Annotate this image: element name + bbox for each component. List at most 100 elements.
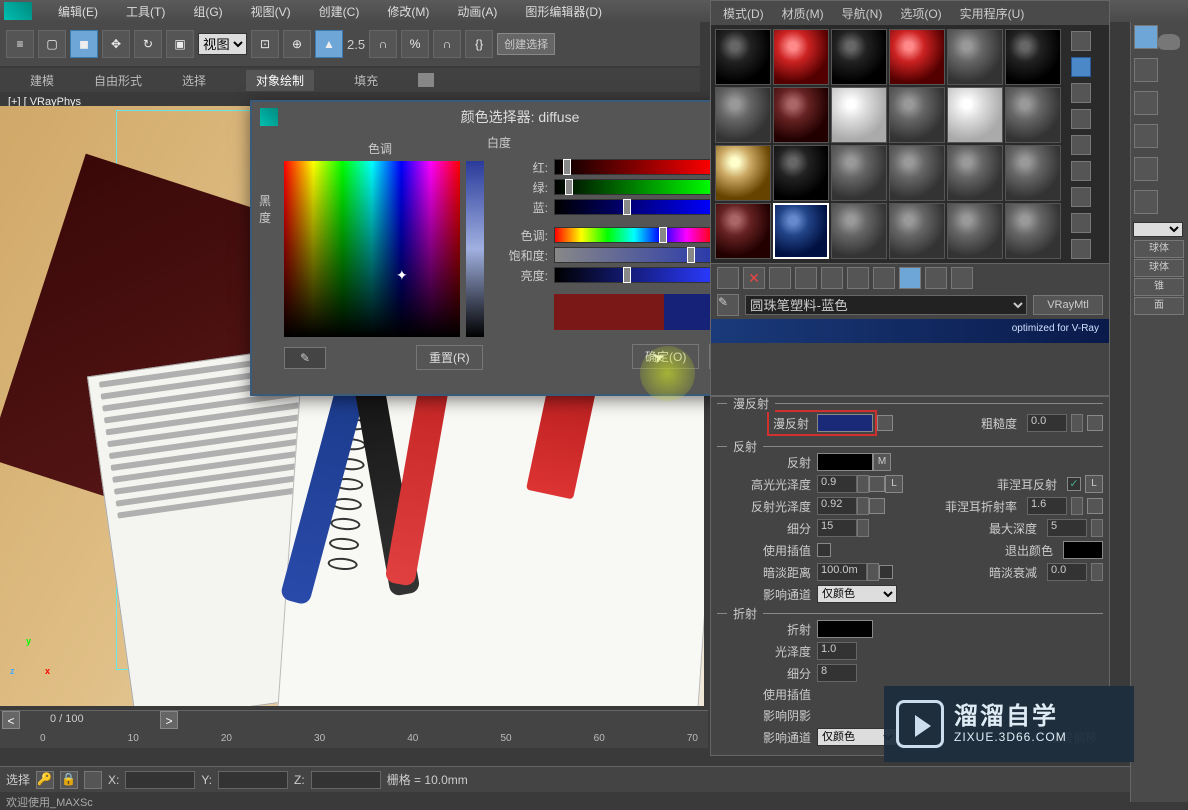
dimdist-checkbox[interactable]: [879, 565, 893, 579]
plane-button[interactable]: 面: [1134, 297, 1184, 315]
show-in-viewport-icon[interactable]: [873, 267, 895, 289]
cone-button[interactable]: 锥: [1134, 278, 1184, 296]
menu-tools[interactable]: 工具(T): [112, 3, 179, 20]
fresnel-checkbox[interactable]: [1067, 477, 1081, 491]
mat-slot[interactable]: [889, 29, 945, 85]
go-to-parent-icon[interactable]: [925, 267, 947, 289]
subdiv-input[interactable]: 15: [817, 519, 857, 537]
exit-color-swatch[interactable]: [1063, 541, 1103, 559]
affect-channels-dropdown[interactable]: 仅颜色: [817, 585, 897, 603]
put-to-library-icon[interactable]: [821, 267, 843, 289]
mat-slot[interactable]: [715, 87, 771, 143]
menu-edit[interactable]: 编辑(E): [44, 3, 112, 20]
menu-graph-editors[interactable]: 图形编辑器(D): [511, 3, 616, 20]
reset-map-icon[interactable]: [795, 267, 817, 289]
old-color-swatch[interactable]: [554, 294, 664, 330]
mat-slot[interactable]: [831, 29, 887, 85]
curve-editor-icon[interactable]: ≡: [6, 30, 34, 58]
time-frame-display[interactable]: 0 / 100: [50, 713, 84, 725]
percent-snap-icon[interactable]: %: [401, 30, 429, 58]
dimdist-spinner[interactable]: [867, 563, 879, 581]
refr-subdiv-input[interactable]: 8: [817, 664, 857, 682]
mat-slot[interactable]: [773, 29, 829, 85]
refl-glossy-input[interactable]: 0.92: [817, 497, 857, 515]
options-icon[interactable]: [1071, 187, 1091, 207]
me-menu-material[interactable]: 材质(M): [782, 5, 824, 22]
object-category-dropdown[interactable]: [1133, 222, 1183, 237]
mat-slot[interactable]: [715, 203, 771, 259]
time-slider[interactable]: < 0 / 100 > 010 2030 4050 6070: [0, 710, 708, 748]
utilities-tab-icon[interactable]: [1134, 190, 1158, 214]
sample-uv-icon[interactable]: [1071, 109, 1091, 129]
mat-slot[interactable]: [831, 87, 887, 143]
dimdist-input[interactable]: 100.0m: [817, 563, 867, 581]
mat-slot[interactable]: [889, 145, 945, 201]
green-slider[interactable]: [554, 179, 714, 195]
use-interp-checkbox[interactable]: [817, 543, 831, 557]
material-map-nav-icon[interactable]: [1071, 239, 1091, 259]
diffuse-color-swatch[interactable]: [817, 414, 873, 432]
val-slider[interactable]: [554, 267, 714, 283]
dimfall-input[interactable]: 0.0: [1047, 563, 1087, 581]
mat-slot[interactable]: [947, 203, 1003, 259]
reference-coord-dropdown[interactable]: 视图: [198, 33, 247, 55]
mat-slot[interactable]: [1005, 87, 1061, 143]
hilight-glossy-input[interactable]: 0.9: [817, 475, 857, 493]
blue-slider[interactable]: [554, 199, 714, 215]
mat-slot[interactable]: [1005, 29, 1061, 85]
mat-slot-selected[interactable]: [773, 203, 829, 259]
dialog-title-bar[interactable]: 颜色选择器: diffuse ✕: [252, 102, 788, 132]
backlight-icon[interactable]: [1071, 57, 1091, 77]
select-by-mat-icon[interactable]: [1071, 213, 1091, 233]
sat-slider[interactable]: [554, 247, 714, 263]
display-tab-icon[interactable]: [1134, 157, 1158, 181]
select-manipulate-icon[interactable]: ⊕: [283, 30, 311, 58]
roughness-spinner[interactable]: [1071, 414, 1083, 432]
get-material-icon[interactable]: [717, 267, 739, 289]
material-id-icon[interactable]: [847, 267, 869, 289]
maxdepth-spinner[interactable]: [1091, 519, 1103, 537]
pivot-icon[interactable]: ⊡: [251, 30, 279, 58]
menu-modifiers[interactable]: 修改(M): [373, 3, 443, 20]
fresnel-ior-map[interactable]: [1087, 498, 1103, 514]
red-slider[interactable]: [554, 159, 714, 175]
me-menu-utilities[interactable]: 实用程序(U): [960, 5, 1025, 22]
mat-slot[interactable]: [889, 87, 945, 143]
pick-material-icon[interactable]: ✎: [717, 294, 739, 316]
x-input[interactable]: [125, 771, 195, 789]
mat-slot[interactable]: [715, 29, 771, 85]
hilight-glossy-map[interactable]: [869, 476, 885, 492]
mat-slot[interactable]: [947, 29, 1003, 85]
tab-populate[interactable]: 填充: [354, 72, 378, 89]
fresnel-ior-input[interactable]: 1.6: [1027, 497, 1067, 515]
snap-toggle-icon[interactable]: ▲: [315, 30, 343, 58]
scale-icon[interactable]: ▣: [166, 30, 194, 58]
menu-animation[interactable]: 动画(A): [443, 3, 511, 20]
menu-create[interactable]: 创建(C): [305, 3, 374, 20]
select-object-icon[interactable]: ▢: [38, 30, 66, 58]
z-input[interactable]: [311, 771, 381, 789]
select-region-icon[interactable]: ◼: [70, 30, 98, 58]
spinner-snap-icon[interactable]: ∩: [433, 30, 461, 58]
fresnel-l-button[interactable]: L: [1085, 475, 1103, 493]
color-field[interactable]: ✦: [284, 161, 460, 337]
mat-slot[interactable]: [889, 203, 945, 259]
create-tab-icon[interactable]: [1134, 25, 1158, 49]
roughness-input[interactable]: 0.0: [1027, 414, 1067, 432]
move-icon[interactable]: ✥: [102, 30, 130, 58]
mat-slot[interactable]: [773, 145, 829, 201]
geosphere-button[interactable]: 球体: [1134, 259, 1184, 277]
fresnel-ior-spinner[interactable]: [1071, 497, 1083, 515]
time-prev-icon[interactable]: <: [2, 711, 20, 729]
mat-slot[interactable]: [1005, 145, 1061, 201]
menu-group[interactable]: 组(G): [179, 3, 236, 20]
sample-type-icon[interactable]: [1071, 31, 1091, 51]
maxdepth-input[interactable]: 5: [1047, 519, 1087, 537]
menu-views[interactable]: 视图(V): [237, 3, 305, 20]
tab-object-paint[interactable]: 对象绘制: [246, 70, 314, 91]
assign-to-selection-icon[interactable]: [769, 267, 791, 289]
edit-named-icon[interactable]: {}: [465, 30, 493, 58]
subdiv-spinner[interactable]: [857, 519, 869, 537]
rotate-icon[interactable]: ↻: [134, 30, 162, 58]
reflect-map-m-button[interactable]: M: [873, 453, 891, 471]
